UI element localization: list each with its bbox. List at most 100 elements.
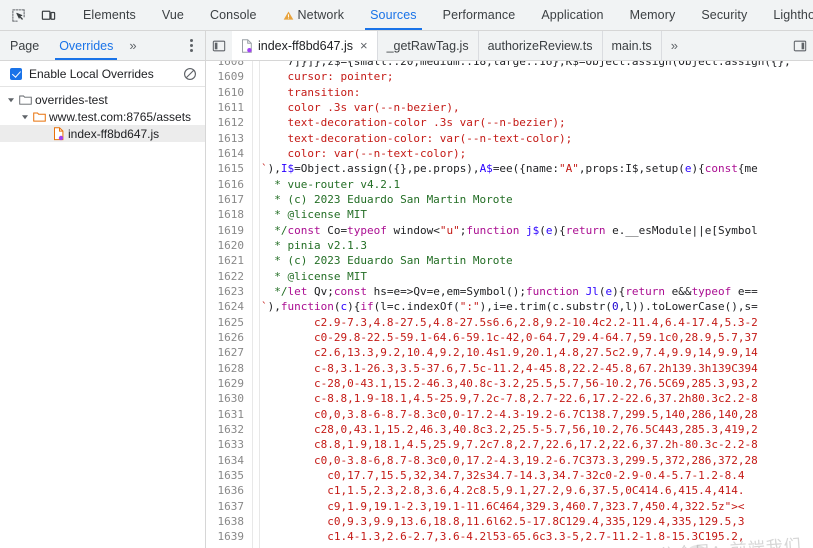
code-line-text[interactable]: c8.8,1.9,18.1,4.5,25.9,7.2c7.8,2.7,22.6,… bbox=[253, 437, 813, 452]
line-number[interactable]: 1634 bbox=[206, 453, 252, 468]
code-line-text[interactable]: c28,0,43.1,15.2,46.3,40.8c3.2,25.5-5.7,5… bbox=[253, 422, 813, 437]
code-line-text[interactable]: */const Co=typeof window<"u";function j$… bbox=[253, 223, 813, 238]
clear-overrides-icon[interactable] bbox=[183, 67, 197, 81]
panel-tab-vue[interactable]: Vue bbox=[149, 0, 197, 30]
code-line-text[interactable]: */let Qv;const hs=e=>Qv=e,em=Symbol();fu… bbox=[253, 284, 813, 299]
panel-tab-performance[interactable]: Performance bbox=[430, 0, 529, 30]
code-line-text[interactable]: 7]}]},z$={small:.20,medium:.18,large:.16… bbox=[253, 61, 813, 69]
line-number[interactable]: 1624 bbox=[206, 299, 252, 314]
code-line-text[interactable]: cursor: pointer; bbox=[253, 69, 813, 84]
editor-tab-index-ff8bd647-js[interactable]: index-ff8bd647.js × bbox=[232, 31, 378, 60]
navigator-tab-page[interactable]: Page bbox=[0, 31, 49, 60]
line-number[interactable]: 1610 bbox=[206, 85, 252, 100]
code-line-text[interactable]: * (c) 2023 Eduardo San Martin Morote bbox=[253, 253, 813, 268]
line-number[interactable]: 1629 bbox=[206, 376, 252, 391]
code-line-text[interactable]: * vue-router v4.2.1 bbox=[253, 177, 813, 192]
kebab-menu-icon[interactable] bbox=[186, 35, 197, 56]
code-line-text[interactable]: transition: bbox=[253, 85, 813, 100]
code-line-text[interactable]: c-28,0-43.1,15.2-46.3,40.8c-3.2,25.5,5.7… bbox=[253, 376, 813, 391]
editor-tab-authorizereview-ts[interactable]: authorizeReview.ts bbox=[479, 31, 603, 60]
line-number[interactable]: 1636 bbox=[206, 483, 252, 498]
line-number[interactable]: 1617 bbox=[206, 192, 252, 207]
tree-item-overrides-test[interactable]: overrides-test bbox=[0, 91, 205, 108]
source-code-editor[interactable]: 1608 7]}]},z$={small:.20,medium:.18,larg… bbox=[206, 61, 813, 548]
code-line-text[interactable]: `),function(c){if(l=c.indexOf(":"),i=e.t… bbox=[253, 299, 813, 314]
line-number[interactable]: 1627 bbox=[206, 345, 252, 360]
line-number[interactable]: 1631 bbox=[206, 407, 252, 422]
line-number[interactable]: 1612 bbox=[206, 115, 252, 130]
line-number[interactable]: 1626 bbox=[206, 330, 252, 345]
line-number[interactable]: 1613 bbox=[206, 131, 252, 146]
panel-tab-elements[interactable]: Elements bbox=[70, 0, 149, 30]
expand-panel-icon[interactable] bbox=[787, 31, 813, 60]
collapse-sidebar-icon[interactable] bbox=[206, 31, 232, 60]
code-line-text[interactable]: * pinia v2.1.3 bbox=[253, 238, 813, 253]
line-number[interactable]: 1638 bbox=[206, 514, 252, 529]
code-line-text[interactable]: c0-29.8-22.5-59.1-64.6-59.1c-42,0-64.7,2… bbox=[253, 330, 813, 345]
code-line-text[interactable]: c-8,3.1-26.3,3.5-37.6,7.5c-11.2,4-45.8,2… bbox=[253, 361, 813, 376]
panel-tab-network[interactable]: Network bbox=[270, 0, 358, 30]
line-number[interactable]: 1622 bbox=[206, 269, 252, 284]
line-number[interactable]: 1633 bbox=[206, 437, 252, 452]
editor-more-tabs-icon[interactable]: » bbox=[662, 31, 686, 60]
code-line-text[interactable]: c2.6,13.3,9.2,10.4,9.2,10.4s1.9,20.1,4.8… bbox=[253, 345, 813, 360]
code-line-text[interactable]: c0,0-3.8-6,8.7-8.3c0,0,17.2-4.3,19.2-6.7… bbox=[253, 453, 813, 468]
navigator-more-tabs-icon[interactable]: » bbox=[123, 38, 141, 53]
code-line-text[interactable]: c2.9-7.3,4.8-27.5,4.8-27.5s6.6,2.8,9.2-1… bbox=[253, 315, 813, 330]
code-line-text[interactable]: c1.4-1.3,2.6-2.7,3.6-4.2l53-65.6c3.3-5,2… bbox=[253, 529, 813, 544]
line-number[interactable]: 1611 bbox=[206, 100, 252, 115]
code-line-text[interactable]: `),I$=Object.assign({},pe.props),A$=ee({… bbox=[253, 161, 813, 176]
chevron-down-icon[interactable] bbox=[6, 96, 16, 104]
code-line-text[interactable]: color: var(--n-text-color); bbox=[253, 146, 813, 161]
line-number[interactable]: 1620 bbox=[206, 238, 252, 253]
code-token: cursor: pointer; bbox=[261, 70, 394, 84]
code-line-text[interactable]: c0,9.3,9.9,13.6,18.8,11.6l62.5-17.8C129.… bbox=[253, 514, 813, 529]
close-icon[interactable]: × bbox=[360, 38, 368, 53]
line-number[interactable]: 1616 bbox=[206, 177, 252, 192]
line-number[interactable]: 1637 bbox=[206, 499, 252, 514]
line-number[interactable]: 1618 bbox=[206, 207, 252, 222]
code-token: Jl bbox=[585, 284, 599, 298]
code-line-text[interactable]: c0,17.7,15.5,32,34.7,32s34.7-14.3,34.7-3… bbox=[253, 468, 813, 483]
panel-tab-memory[interactable]: Memory bbox=[617, 0, 689, 30]
navigator-tab-overrides[interactable]: Overrides bbox=[49, 31, 123, 60]
panel-tab-sources[interactable]: Sources bbox=[357, 0, 430, 30]
enable-local-overrides-checkbox[interactable] bbox=[10, 67, 22, 80]
panel-tab-console[interactable]: Console bbox=[197, 0, 270, 30]
tree-item-index-ff8bd647-js[interactable]: index-ff8bd647.js bbox=[0, 125, 205, 142]
chevron-down-icon[interactable] bbox=[20, 113, 30, 121]
tree-item-www-test-com-8765-assets[interactable]: www.test.com:8765/assets bbox=[0, 108, 205, 125]
panel-tab-lighthouse[interactable]: Lighthouse bbox=[760, 0, 813, 30]
line-number[interactable]: 1619 bbox=[206, 223, 252, 238]
line-number[interactable]: 1623 bbox=[206, 284, 252, 299]
line-number[interactable]: 1609 bbox=[206, 69, 252, 84]
line-number[interactable]: 1608 bbox=[206, 61, 252, 69]
code-line-text[interactable]: * @license MIT bbox=[253, 207, 813, 222]
line-number[interactable]: 1628 bbox=[206, 361, 252, 376]
code-line-text[interactable]: text-decoration-color: var(--n-text-colo… bbox=[253, 131, 813, 146]
code-line-text[interactable]: * @license MIT bbox=[253, 269, 813, 284]
line-number[interactable]: 1639 bbox=[206, 529, 252, 544]
line-number[interactable]: 1621 bbox=[206, 253, 252, 268]
code-line-text[interactable]: c9,1.9,19.1-2.3,19.1-11.6C464,329.3,460.… bbox=[253, 499, 813, 514]
line-number[interactable]: 1625 bbox=[206, 315, 252, 330]
code-line-text[interactable]: color .3s var(--n-bezier), bbox=[253, 100, 813, 115]
line-number[interactable]: 1630 bbox=[206, 391, 252, 406]
inspect-element-icon[interactable] bbox=[6, 3, 30, 27]
panel-tab-security[interactable]: Security bbox=[688, 0, 760, 30]
code-line-text[interactable]: c-8.8,1.9-18.1,4.5-25.9,7.2c-7.8,2.7-22.… bbox=[253, 391, 813, 406]
code-line-text[interactable]: c0,0,3.8-6-8.7-8.3c0,0-17.2-4.3-19.2-6.7… bbox=[253, 407, 813, 422]
line-number[interactable]: 1614 bbox=[206, 146, 252, 161]
line-number[interactable]: 1615 bbox=[206, 161, 252, 176]
line-number[interactable]: 1632 bbox=[206, 422, 252, 437]
line-number[interactable]: 1640 bbox=[206, 545, 252, 548]
code-line-text[interactable]: text-decoration-color .3s var(--n-bezier… bbox=[253, 115, 813, 130]
code-line-text[interactable]: c1,1.5,2.3,2.8,3.6,4.2c8.5,9.1,27.2,9.6,… bbox=[253, 483, 813, 498]
editor-tab-main-ts[interactable]: main.ts bbox=[603, 31, 662, 60]
code-line-text[interactable]: c-27.2,32.3-43.5,76.2-43.5,121.8c0,59.6,… bbox=[253, 545, 813, 548]
line-number[interactable]: 1635 bbox=[206, 468, 252, 483]
editor-tab--getrawtag-js[interactable]: _getRawTag.js bbox=[378, 31, 479, 60]
panel-tab-application[interactable]: Application bbox=[528, 0, 616, 30]
device-toolbar-icon[interactable] bbox=[36, 3, 60, 27]
code-line-text[interactable]: * (c) 2023 Eduardo San Martin Morote bbox=[253, 192, 813, 207]
